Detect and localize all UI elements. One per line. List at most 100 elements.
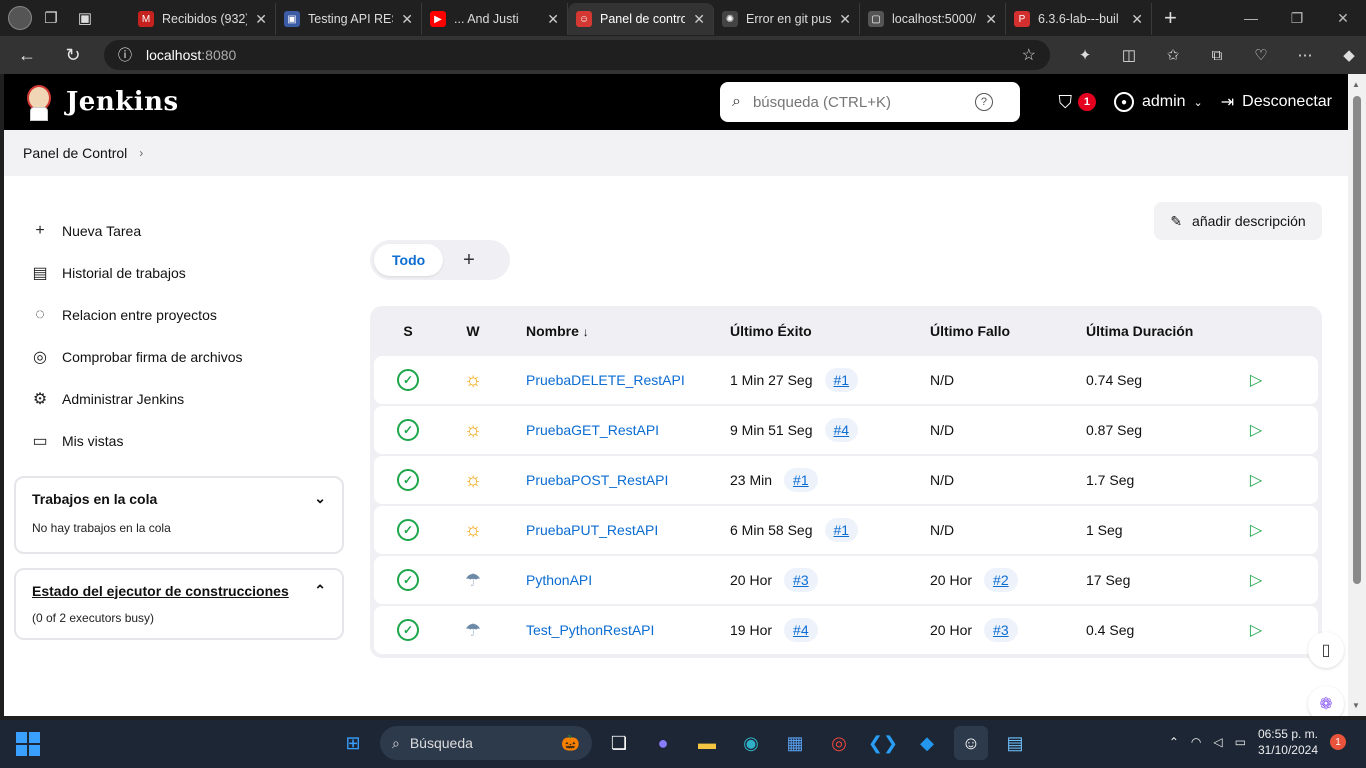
chevron-up-icon[interactable]: ⌃ (1169, 735, 1179, 749)
close-tab-icon[interactable]: ✕ (547, 11, 559, 28)
close-tab-icon[interactable]: ✕ (401, 11, 413, 28)
sidebar-task[interactable]: + Nueva Tarea (30, 210, 330, 252)
copilot-icon[interactable]: ◆ (1332, 40, 1366, 70)
success-build-link[interactable]: #4 (784, 618, 818, 642)
chrome-icon[interactable]: ◎ (822, 726, 856, 760)
column-last-failure[interactable]: Último Fallo (930, 323, 1086, 339)
column-weather[interactable]: W (442, 323, 504, 339)
column-last-success[interactable]: Último Éxito (730, 323, 930, 339)
browser-tab[interactable]: P 6.3.6-lab---buil ✕ (1006, 3, 1152, 35)
sidebar-task[interactable]: ▭ Mis vistas (30, 420, 330, 462)
task-view-icon[interactable]: ❏ (602, 726, 636, 760)
restore-button[interactable]: ❐ (1274, 0, 1320, 36)
collections-icon[interactable]: ⧉ (1200, 40, 1234, 70)
build-now-play-icon[interactable]: ▷ (1250, 470, 1262, 490)
tab-actions-icon[interactable]: ▣ (70, 4, 100, 32)
browser-tab[interactable]: ▶ ... And Justi ✕ (422, 3, 568, 35)
volume-icon[interactable]: ◁ (1213, 735, 1222, 749)
build-queue-title[interactable]: Trabajos en la cola (32, 491, 157, 507)
docker-icon[interactable]: ◆ (910, 726, 944, 760)
chevron-down-icon[interactable]: ⌄ (314, 490, 326, 507)
search-box[interactable]: ⌕ ? (720, 82, 1020, 122)
scrollbar-thumb[interactable] (1353, 96, 1361, 584)
success-build-link[interactable]: #4 (824, 418, 859, 442)
build-now-play-icon[interactable]: ▷ (1250, 620, 1262, 640)
performance-icon[interactable]: ♡ (1244, 40, 1278, 70)
book-icon[interactable]: ▯ (1308, 632, 1344, 668)
notepad-icon[interactable]: ▤ (998, 726, 1032, 760)
build-now-play-icon[interactable]: ▷ (1250, 520, 1262, 540)
wifi-icon[interactable]: ◠ (1191, 735, 1201, 749)
back-button[interactable]: ← (8, 39, 46, 71)
column-status[interactable]: S (374, 323, 442, 339)
sidebar-task[interactable]: ◎ Comprobar firma de archivos (30, 336, 330, 378)
brain-icon[interactable]: ❁ (1308, 686, 1344, 716)
close-tab-icon[interactable]: ✕ (985, 11, 997, 28)
failure-build-link[interactable]: #3 (984, 618, 1018, 642)
job-link[interactable]: Test_PythonRestAPI (526, 622, 654, 638)
jenkins-app-icon[interactable]: ☺ (954, 726, 988, 760)
sidebar-task[interactable]: ⚙ Administrar Jenkins (30, 378, 330, 420)
job-link[interactable]: PruebaPUT_RestAPI (526, 522, 658, 538)
extensions-icon[interactable]: ✦ (1068, 40, 1102, 70)
taskbar-search[interactable]: ⌕ Búsqueda 🎃 (380, 726, 592, 760)
security-alerts-button[interactable]: ⛉ 1 (1058, 92, 1096, 113)
site-info-icon[interactable]: ⓘ (118, 45, 132, 65)
new-tab-button[interactable]: + (1164, 5, 1177, 31)
close-window-button[interactable]: ✕ (1320, 0, 1366, 36)
sunny-weather-icon[interactable]: ☼ (464, 470, 482, 490)
browser-tab[interactable]: ✺ Error en git push ✕ (714, 3, 860, 35)
success-build-link[interactable]: #1 (824, 518, 859, 542)
browser-tab[interactable]: ☺ Panel de control ✕ (568, 3, 714, 35)
close-tab-icon[interactable]: ✕ (839, 11, 851, 28)
failure-build-link[interactable]: #2 (984, 568, 1018, 592)
chevron-right-icon[interactable]: › (139, 146, 143, 160)
add-view-icon[interactable]: + (463, 249, 475, 272)
tab-all[interactable]: Todo (374, 244, 444, 276)
rainy-weather-icon[interactable]: ☂ (465, 571, 481, 589)
chat-icon[interactable]: ● (646, 726, 680, 760)
sunny-weather-icon[interactable]: ☼ (464, 370, 482, 390)
favorites-icon[interactable]: ✩ (1156, 40, 1190, 70)
sunny-weather-icon[interactable]: ☼ (464, 420, 482, 440)
build-now-play-icon[interactable]: ▷ (1250, 420, 1262, 440)
page-scrollbar[interactable]: ▲ ▼ (1348, 74, 1366, 716)
column-name[interactable]: Nombre ↓ (504, 323, 730, 339)
vscode-icon[interactable]: ❮❯ (866, 726, 900, 760)
success-status-icon[interactable]: ✓ (397, 569, 419, 591)
success-build-link[interactable]: #1 (784, 468, 818, 492)
success-status-icon[interactable]: ✓ (397, 369, 419, 391)
breadcrumb-dashboard[interactable]: Panel de Control (23, 145, 127, 161)
jenkins-home-link[interactable]: Jenkins (24, 83, 179, 121)
column-last-duration[interactable]: Última Duración (1086, 323, 1236, 339)
workspaces-icon[interactable]: ❐ (36, 4, 66, 32)
chevron-up-icon[interactable]: ⌃ (314, 582, 326, 599)
close-tab-icon[interactable]: ✕ (1131, 11, 1143, 28)
address-bar[interactable]: ⓘ localhost:8080 ☆ (104, 40, 1050, 70)
success-build-link[interactable]: #1 (824, 368, 859, 392)
success-status-icon[interactable]: ✓ (397, 519, 419, 541)
job-link[interactable]: PruebaPOST_RestAPI (526, 472, 668, 488)
browser-tab[interactable]: ▢ localhost:5000/ ✕ (860, 3, 1006, 35)
logout-button[interactable]: ⇥ Desconectar (1221, 92, 1332, 112)
start-button[interactable] (16, 732, 40, 756)
windows-logo-icon[interactable]: ⊞ (336, 726, 370, 760)
search-help-icon[interactable]: ? (974, 93, 993, 111)
browser-tab[interactable]: ▣ Testing API REST ✕ (276, 3, 422, 35)
executor-status-title[interactable]: Estado del ejecutor de construcciones (32, 583, 289, 599)
split-screen-icon[interactable]: ◫ (1112, 40, 1146, 70)
success-status-icon[interactable]: ✓ (397, 619, 419, 641)
build-now-play-icon[interactable]: ▷ (1250, 570, 1262, 590)
user-menu[interactable]: ● admin ⌄ (1113, 92, 1203, 112)
file-explorer-icon[interactable]: ▬ (690, 726, 724, 760)
sidebar-task[interactable]: ▤ Historial de trabajos (30, 252, 330, 294)
edge-icon[interactable]: ◉ (734, 726, 768, 760)
build-now-play-icon[interactable]: ▷ (1250, 370, 1262, 390)
sunny-weather-icon[interactable]: ☼ (464, 520, 482, 540)
rainy-weather-icon[interactable]: ☂ (465, 621, 481, 639)
favorite-star-icon[interactable]: ☆ (1022, 45, 1036, 65)
notification-badge[interactable]: 1 (1330, 734, 1346, 750)
browser-tab[interactable]: M Recibidos (932) ✕ (130, 3, 276, 35)
success-status-icon[interactable]: ✓ (397, 419, 419, 441)
minimize-button[interactable]: — (1228, 0, 1274, 36)
